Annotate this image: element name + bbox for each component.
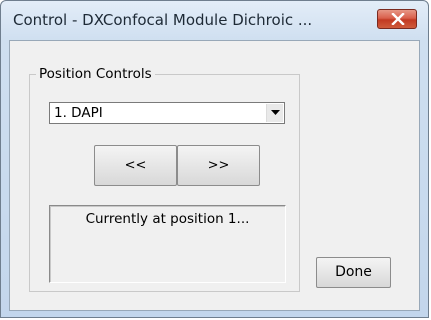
status-box: Currently at position 1... bbox=[49, 205, 286, 283]
done-button[interactable]: Done bbox=[316, 257, 391, 288]
selected-position: 1. DAPI bbox=[54, 105, 103, 121]
next-position-button[interactable]: >> bbox=[177, 145, 260, 186]
dropdown-button[interactable] bbox=[266, 104, 283, 122]
window-title: Control - DXConfocal Module Dichroic ... bbox=[13, 11, 313, 29]
close-button[interactable] bbox=[377, 9, 417, 29]
status-text: Currently at position 1... bbox=[85, 211, 250, 227]
title-bar[interactable]: Control - DXConfocal Module Dichroic ... bbox=[1, 1, 428, 39]
group-label: Position Controls bbox=[36, 66, 155, 82]
close-icon bbox=[391, 13, 405, 25]
position-dropdown[interactable]: 1. DAPI bbox=[49, 102, 285, 124]
previous-position-button[interactable]: << bbox=[94, 145, 177, 186]
chevron-down-icon bbox=[271, 110, 280, 115]
